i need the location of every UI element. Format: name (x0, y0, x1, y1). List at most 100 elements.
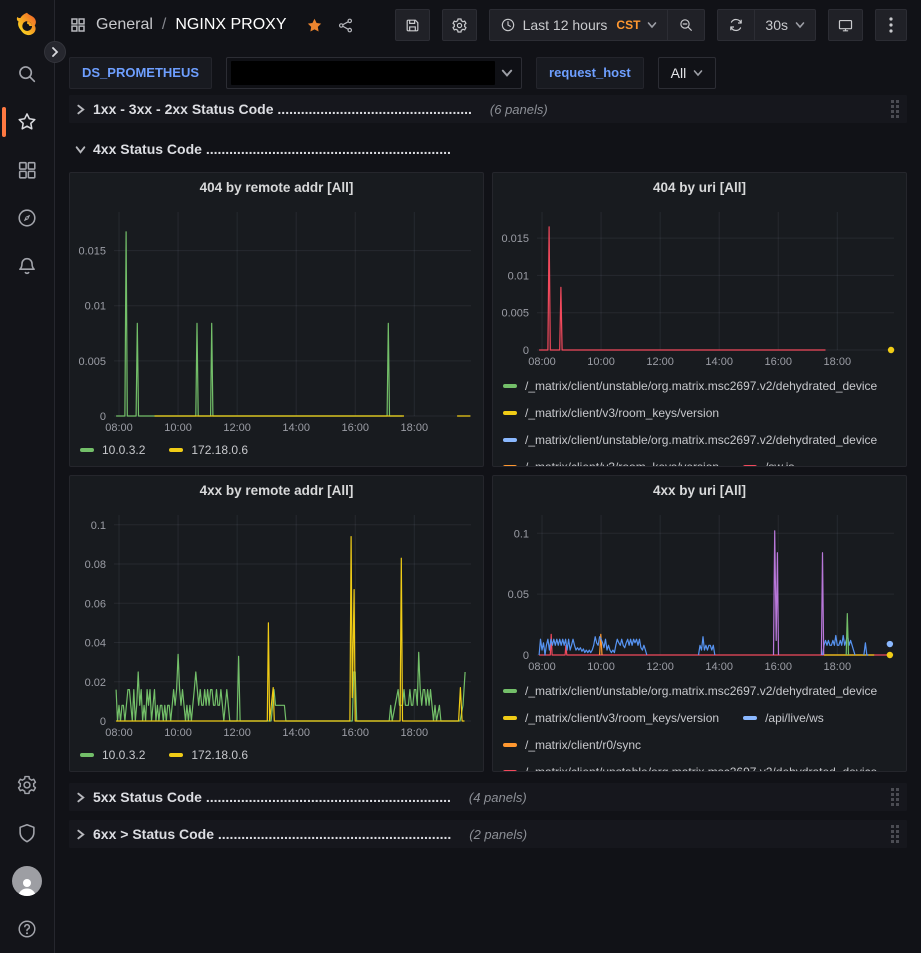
sidebar-item-explore[interactable] (0, 194, 55, 242)
panel-title[interactable]: 404 by remote addr [All] (70, 173, 483, 202)
legend-label: 10.0.3.2 (102, 443, 145, 457)
legend-row: /_matrix/client/v3/room_keys/version/sw.… (503, 453, 896, 466)
panel-404-by-remote-addr-all: 404 by remote addr [All]00.0050.010.0150… (69, 172, 484, 467)
breadcrumb-separator: / (162, 16, 166, 34)
request-host-variable-label[interactable]: request_host (536, 57, 644, 89)
legend-swatch (503, 743, 517, 747)
row-1xx-3xx-2xx[interactable]: 1xx - 3xx - 2xx Status Code ............… (69, 95, 907, 123)
legend-row: /_matrix/client/unstable/org.matrix.msc2… (503, 677, 896, 704)
panel-title[interactable]: 4xx by uri [All] (493, 476, 906, 505)
legend-item[interactable]: /_matrix/client/v3/room_keys/version (503, 460, 719, 467)
datasource-variable-label[interactable]: DS_PROMETHEUS (69, 57, 212, 89)
view-mode-button[interactable] (828, 9, 863, 41)
svg-text:08:00: 08:00 (105, 422, 133, 434)
timeseries-chart[interactable]: 00.0050.010.01508:0010:0012:0014:0016:00… (493, 202, 906, 370)
legend-label: 172.18.0.6 (191, 748, 248, 762)
row-6xx[interactable]: 6xx > Status Code ......................… (69, 820, 907, 848)
dashboard-settings-button[interactable] (442, 9, 477, 41)
dashboard-canvas: 1xx - 3xx - 2xx Status Code ............… (55, 95, 921, 953)
gear-icon (451, 17, 468, 34)
panel-legend: 10.0.3.2 172.18.0.6 (70, 741, 483, 771)
panel-title[interactable]: 4xx by remote addr [All] (70, 476, 483, 505)
svg-text:0.06: 0.06 (85, 598, 106, 610)
legend-swatch (503, 411, 517, 415)
clock-icon (500, 17, 516, 33)
sidebar-item-server-admin[interactable] (0, 809, 55, 857)
chevron-right-icon (75, 829, 86, 840)
search-icon (16, 63, 38, 85)
row-panel-count: (4 panels) (469, 790, 527, 805)
timeseries-chart[interactable]: 00.050.108:0010:0012:0014:0016:0018:00 (493, 505, 906, 675)
panel-404-by-uri-all: 404 by uri [All]00.0050.010.01508:0010:0… (492, 172, 907, 467)
timeseries-chart[interactable]: 00.020.040.060.080.108:0010:0012:0014:00… (70, 505, 483, 741)
refresh-interval-picker[interactable]: 30s (754, 10, 815, 40)
refresh-interval-label: 30s (765, 17, 788, 33)
svg-text:0.08: 0.08 (85, 559, 106, 571)
legend-item[interactable]: /_matrix/client/unstable/org.matrix.msc2… (503, 684, 877, 698)
sidebar-item-starred[interactable] (0, 98, 55, 146)
breadcrumb-folder[interactable]: General (96, 16, 153, 34)
legend-item[interactable]: 172.18.0.6 (169, 443, 248, 457)
row-4xx[interactable]: 4xx Status Code ........................… (69, 135, 907, 163)
datasource-variable-value-redacted (231, 61, 495, 85)
legend-item[interactable]: /_matrix/client/unstable/org.matrix.msc2… (503, 379, 877, 393)
sidebar-item-dashboards[interactable] (0, 146, 55, 194)
row-5xx[interactable]: 5xx Status Code ........................… (69, 783, 907, 811)
svg-text:14:00: 14:00 (282, 727, 310, 739)
refresh-button[interactable] (718, 10, 754, 40)
zoom-out-button[interactable] (667, 10, 704, 40)
save-dashboard-button[interactable] (395, 9, 430, 41)
kebab-menu-button[interactable] (875, 9, 907, 41)
legend-row: /_matrix/client/unstable/org.matrix.msc2… (503, 426, 896, 453)
svg-text:0.015: 0.015 (78, 246, 106, 258)
svg-text:0.1: 0.1 (514, 528, 529, 540)
svg-text:10:00: 10:00 (587, 661, 615, 673)
chart-svg: 00.020.040.060.080.108:0010:0012:0014:00… (70, 505, 483, 741)
legend-swatch (503, 716, 517, 720)
svg-text:08:00: 08:00 (105, 727, 133, 739)
panel-legend: /_matrix/client/unstable/org.matrix.msc2… (493, 370, 906, 466)
svg-text:18:00: 18:00 (824, 661, 852, 673)
legend-label: /_matrix/client/unstable/org.matrix.msc2… (525, 379, 877, 393)
legend-item[interactable]: 10.0.3.2 (80, 748, 145, 762)
request-host-variable-select[interactable]: All (658, 57, 717, 89)
time-range-picker[interactable]: Last 12 hours CST (490, 10, 668, 40)
legend-item[interactable]: 10.0.3.2 (80, 443, 145, 457)
svg-text:08:00: 08:00 (528, 356, 556, 368)
grafana-logo-icon[interactable] (0, 0, 55, 50)
row-title: 5xx Status Code ........................… (93, 789, 451, 805)
kebab-icon (889, 17, 893, 33)
legend-swatch (80, 448, 94, 452)
row-drag-handle[interactable] (889, 786, 901, 808)
sidebar-item-help[interactable] (0, 905, 55, 953)
legend-item[interactable]: /_matrix/client/r0/sync (503, 738, 641, 752)
chevron-right-icon (75, 792, 86, 803)
legend-item[interactable]: /api/live/ws (743, 711, 824, 725)
panel-title[interactable]: 404 by uri [All] (493, 173, 906, 202)
sidebar-expand-button[interactable] (44, 41, 66, 63)
svg-text:12:00: 12:00 (646, 356, 674, 368)
shield-icon (16, 822, 38, 844)
row-drag-handle[interactable] (889, 823, 901, 845)
legend-item[interactable]: /_matrix/client/unstable/org.matrix.msc2… (503, 433, 877, 447)
sidebar-item-configuration[interactable] (0, 761, 55, 809)
legend-item[interactable]: /_matrix/client/unstable/org.matrix.msc2… (503, 765, 877, 772)
chart-svg: 00.050.108:0010:0012:0014:0016:0018:00 (493, 505, 906, 675)
row-drag-handle[interactable] (889, 98, 901, 120)
datasource-variable-select[interactable] (226, 57, 522, 89)
star-filled-icon[interactable] (306, 17, 323, 34)
share-icon[interactable] (337, 17, 354, 34)
legend-item[interactable]: /sw.js (743, 460, 794, 467)
chevron-right-icon (75, 104, 86, 115)
legend-swatch (169, 448, 183, 452)
panel-legend: /_matrix/client/unstable/org.matrix.msc2… (493, 675, 906, 771)
timeseries-chart[interactable]: 00.0050.010.01508:0010:0012:0014:0016:00… (70, 202, 483, 436)
sidebar-item-alerting[interactable] (0, 242, 55, 290)
legend-label: /_matrix/client/v3/room_keys/version (525, 406, 719, 420)
svg-text:0.05: 0.05 (508, 589, 529, 601)
legend-item[interactable]: 172.18.0.6 (169, 748, 248, 762)
legend-item[interactable]: /_matrix/client/v3/room_keys/version (503, 711, 719, 725)
legend-item[interactable]: /_matrix/client/v3/room_keys/version (503, 406, 719, 420)
toolbar: Last 12 hours CST 30s (395, 9, 907, 41)
sidebar-item-profile[interactable] (0, 857, 55, 905)
